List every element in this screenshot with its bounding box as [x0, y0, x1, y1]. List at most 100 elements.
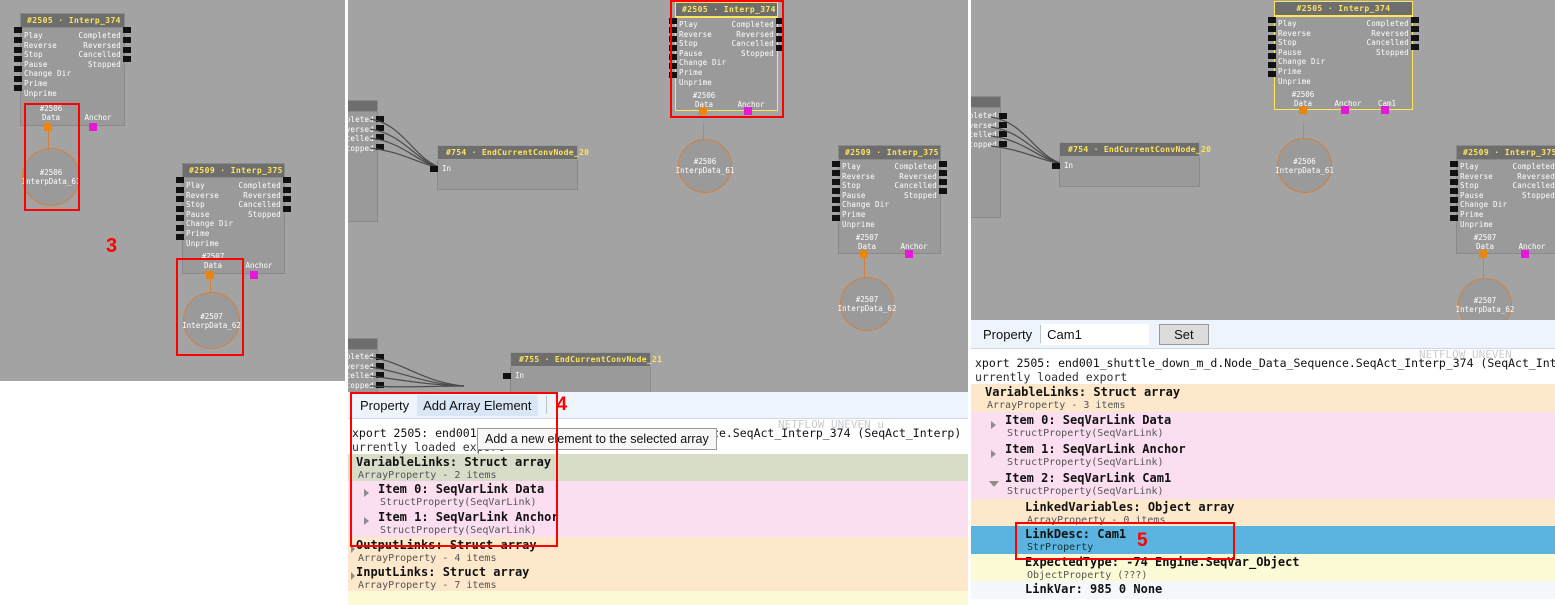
node-output-pins[interactable]: Completed Reversed Cancelled Stopped	[1367, 19, 1409, 86]
exec-socket[interactable]	[1268, 26, 1276, 32]
exec-socket[interactable]	[669, 27, 677, 33]
exec-socket[interactable]	[939, 161, 947, 167]
exec-socket[interactable]	[776, 45, 784, 51]
middle-property-panel[interactable]: Property Add Array Element 4 NETFLOW UNE…	[348, 392, 968, 605]
exec-socket[interactable]	[283, 177, 291, 183]
property-rows[interactable]: VariableLinks: Struct array ArrayPropert…	[971, 384, 1555, 599]
property-row[interactable]: LinkedVariables: Object array ArrayPrope…	[971, 499, 1555, 526]
exec-socket[interactable]	[832, 161, 840, 167]
property-row[interactable]: ExpectedType: -74 Engine.SeqVar_Object O…	[971, 554, 1555, 581]
property-value-input[interactable]	[1041, 323, 1150, 345]
right-property-panel[interactable]: Property Set NETFLOW UNEVEN xport 2505: …	[971, 320, 1555, 605]
exec-socket[interactable]	[1052, 163, 1060, 169]
graph-node-interp374-with-cam1[interactable]: #2505 · Interp_374 Play Reverse Stop Pau…	[1268, 1, 1419, 114]
var-socket-anchor[interactable]	[1341, 106, 1349, 114]
node-output-pins[interactable]: Completed Reversed Cancelled Stopped	[732, 20, 774, 87]
chevron-down-icon[interactable]	[989, 481, 999, 491]
property-toolbar[interactable]: Property Set	[971, 320, 1555, 349]
chevron-right-icon[interactable]	[364, 517, 369, 525]
node-input-pins[interactable]: Play Reverse Stop Pause Change Dir Prime…	[679, 20, 726, 87]
node-input-pins[interactable]: Play Reverse Stop Pause Change Dir Prime…	[186, 181, 233, 248]
exec-socket[interactable]	[1268, 62, 1276, 68]
exec-socket[interactable]	[832, 197, 840, 203]
exec-socket[interactable]	[939, 188, 947, 194]
property-toolbar[interactable]: Property Add Array Element 4	[348, 392, 968, 419]
property-row[interactable]: VariableLinks: Struct array ArrayPropert…	[348, 454, 968, 481]
exec-socket[interactable]	[14, 27, 22, 33]
exec-socket[interactable]	[1450, 188, 1458, 194]
exec-socket[interactable]	[832, 179, 840, 185]
exec-socket[interactable]	[669, 72, 677, 78]
property-row[interactable]: Item 0: SeqVarLink Data StructProperty(S…	[348, 481, 968, 509]
graph-node-endconv21[interactable]: #755 · EndCurrentConvNode_21 In	[503, 352, 662, 392]
graph-node-endconv20-right[interactable]: #754 · EndCurrentConvNode_20 In	[1052, 142, 1211, 187]
exec-socket[interactable]	[669, 36, 677, 42]
exec-socket[interactable]	[776, 36, 784, 42]
exec-socket[interactable]	[1268, 71, 1276, 77]
exec-socket[interactable]	[14, 66, 22, 72]
node-input-pins[interactable]: Play Reverse Stop Pause Change Dir Prime…	[1460, 162, 1507, 229]
property-row[interactable]: VariableLinks: Struct array ArrayPropert…	[971, 384, 1555, 412]
var-node-interpdata62[interactable]: #2507 InterpData_62	[182, 292, 241, 349]
var-socket-anchor[interactable]	[905, 250, 913, 258]
exec-socket[interactable]	[123, 47, 131, 53]
node-input-pins[interactable]: Play Reverse Stop Pause Change Dir Prime…	[1278, 19, 1325, 86]
var-node-interpdata61[interactable]: #2506 InterpData_61	[1275, 138, 1334, 193]
node-input-pins[interactable]: Play Reverse Stop Pause Change Dir Prime…	[24, 31, 71, 98]
exec-socket[interactable]	[430, 166, 438, 172]
chevron-right-icon[interactable]	[351, 572, 355, 580]
graph-node-interp374-selected[interactable]: #2505 · Interp_374 Play Reverse Stop Pau…	[669, 2, 784, 115]
node-output-pins[interactable]: Completed Reversed Cancelled Stopped	[1513, 162, 1555, 229]
left-graph-canvas[interactable]: #2505 · Interp_374 Play Reverse Stop Pau…	[0, 0, 345, 381]
var-node-interpdata61[interactable]: #2506 InterpData_61	[22, 148, 80, 206]
property-row[interactable]: Item 0: SeqVarLink Data StructProperty(S…	[971, 412, 1555, 441]
exec-socket[interactable]	[1450, 170, 1458, 176]
exec-socket[interactable]	[176, 206, 184, 212]
graph-node-interp374[interactable]: #2505 · Interp_374 Play Reverse Stop Pau…	[14, 13, 131, 131]
exec-socket[interactable]	[1450, 215, 1458, 221]
property-row[interactable]: Item 1: SeqVarLink Anchor StructProperty…	[348, 509, 968, 537]
property-row[interactable]	[348, 591, 968, 605]
var-node-interpdata62[interactable]: #2507 InterpData_62	[1456, 278, 1514, 320]
exec-socket[interactable]	[176, 177, 184, 183]
exec-socket[interactable]	[669, 54, 677, 60]
var-socket-data[interactable]	[1299, 106, 1307, 114]
exec-socket[interactable]	[176, 225, 184, 231]
graph-node-endconv20[interactable]: #754 · EndCurrentConvNode_20 In	[430, 145, 589, 190]
exec-socket[interactable]	[176, 215, 184, 221]
exec-socket[interactable]	[14, 85, 22, 91]
exec-socket[interactable]	[176, 234, 184, 240]
exec-socket[interactable]	[283, 206, 291, 212]
node-output-pins[interactable]: Completed Reversed Cancelled Stopped	[239, 181, 281, 248]
right-graph-canvas[interactable]: Completed Reversed Cancelled Stopped n2 …	[971, 0, 1555, 320]
exec-socket[interactable]	[1268, 17, 1276, 23]
exec-socket[interactable]	[14, 76, 22, 82]
var-socket-data[interactable]	[699, 107, 707, 115]
exec-socket[interactable]	[176, 196, 184, 202]
exec-socket[interactable]	[14, 47, 22, 53]
var-node-interpdata62[interactable]: #2507 InterpData_62	[838, 277, 896, 331]
set-button[interactable]: Set	[1159, 323, 1209, 345]
exec-socket[interactable]	[503, 373, 511, 379]
exec-socket[interactable]	[669, 63, 677, 69]
exec-socket[interactable]	[1268, 35, 1276, 41]
exec-socket[interactable]	[123, 27, 131, 33]
var-socket-data[interactable]	[1479, 250, 1487, 258]
exec-socket[interactable]	[1268, 44, 1276, 50]
node-output-pins[interactable]: Completed Reversed Cancelled Stopped	[895, 162, 937, 229]
exec-socket[interactable]	[14, 56, 22, 62]
graph-node-interp375-mid[interactable]: #2509 · Interp_375 Play Reverse Stop Pau…	[832, 145, 947, 258]
exec-socket[interactable]	[283, 196, 291, 202]
exec-socket[interactable]	[669, 18, 677, 24]
exec-socket[interactable]	[1411, 35, 1419, 41]
exec-socket[interactable]	[832, 206, 840, 212]
property-row[interactable]: LinkVar: 985 0 None	[971, 581, 1555, 599]
node-output-pins[interactable]: Completed Reversed Cancelled Stopped	[79, 31, 121, 98]
chevron-right-icon[interactable]	[351, 545, 355, 553]
exec-socket[interactable]	[1450, 197, 1458, 203]
property-row[interactable]: OutputLinks: Struct array ArrayProperty …	[348, 537, 968, 564]
exec-socket[interactable]	[1411, 17, 1419, 23]
exec-socket[interactable]	[1411, 44, 1419, 50]
exec-socket[interactable]	[832, 170, 840, 176]
exec-socket[interactable]	[1450, 161, 1458, 167]
